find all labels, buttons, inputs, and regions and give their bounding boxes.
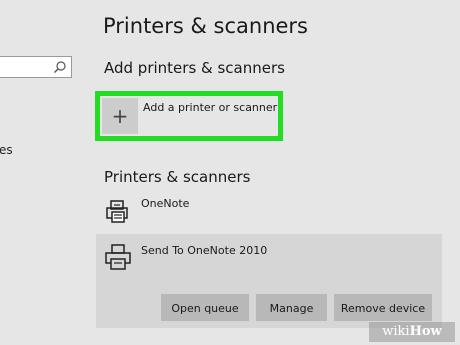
- add-section-title: Add printers & scanners: [104, 59, 285, 77]
- manage-button[interactable]: Manage: [256, 294, 327, 321]
- printer-icon: [105, 244, 131, 270]
- search-icon[interactable]: [53, 60, 67, 74]
- sidebar-item-label[interactable]: es: [0, 143, 13, 157]
- printers-list-title: Printers & scanners: [104, 168, 251, 186]
- add-printer-button[interactable]: +: [102, 98, 138, 134]
- plus-icon: +: [111, 104, 129, 128]
- device-name: Send To OneNote 2010: [141, 244, 268, 257]
- wikihow-watermark: wikiHow: [369, 322, 455, 342]
- remove-device-button[interactable]: Remove device: [334, 294, 432, 321]
- search-input[interactable]: [0, 56, 72, 78]
- add-printer-label[interactable]: Add a printer or scanner: [143, 101, 277, 114]
- watermark-how: How: [409, 324, 442, 339]
- open-queue-button[interactable]: Open queue: [161, 294, 249, 321]
- page-title: Printers & scanners: [103, 14, 308, 38]
- device-name: OneNote: [141, 197, 190, 210]
- fax-printer-icon: [106, 200, 128, 223]
- watermark-wiki: wiki: [382, 324, 410, 339]
